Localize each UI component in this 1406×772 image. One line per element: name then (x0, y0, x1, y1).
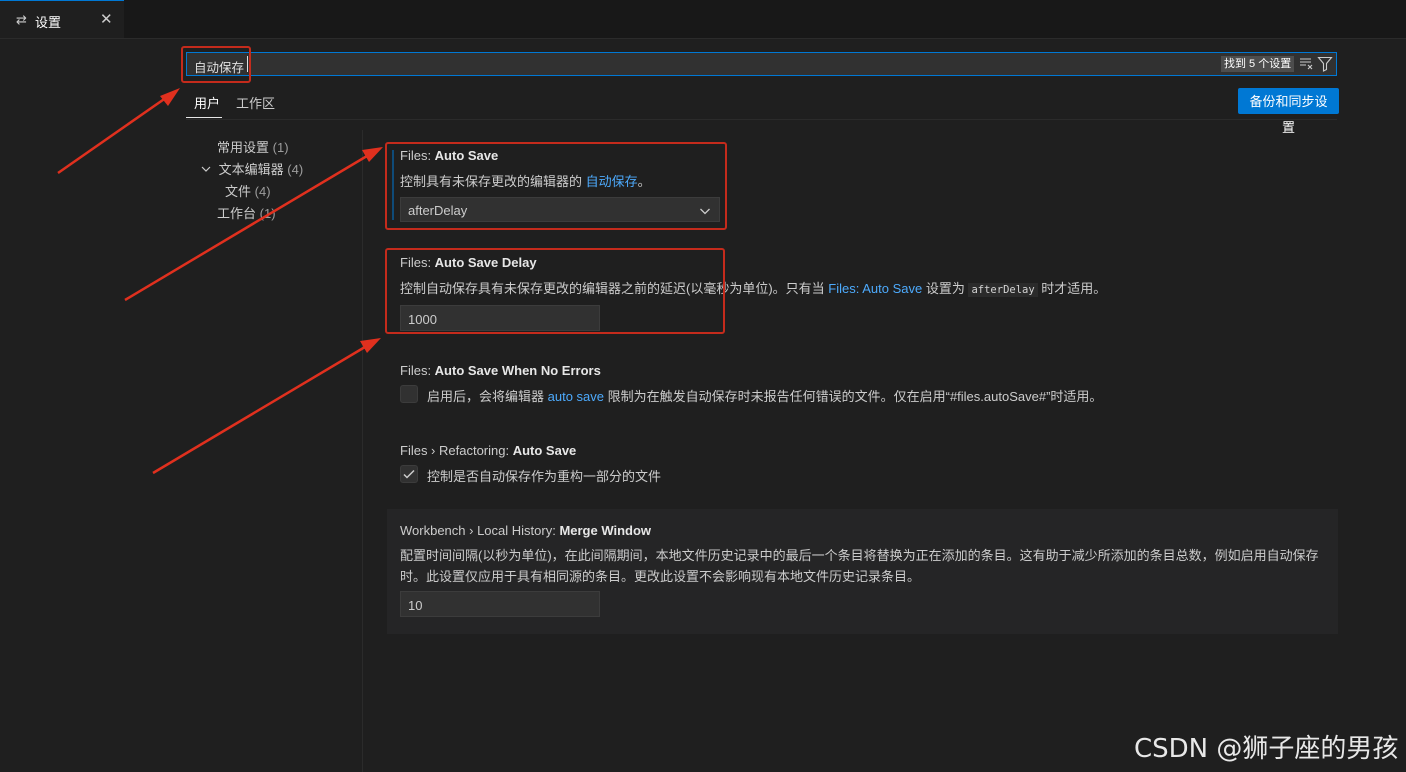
annotation-arrows (57, 88, 383, 475)
annotation-arrow (152, 338, 381, 475)
annotation-arrow (124, 147, 383, 302)
watermark: CSDN @狮子座的男孩 (1134, 734, 1399, 764)
annotation-arrow (57, 88, 180, 175)
